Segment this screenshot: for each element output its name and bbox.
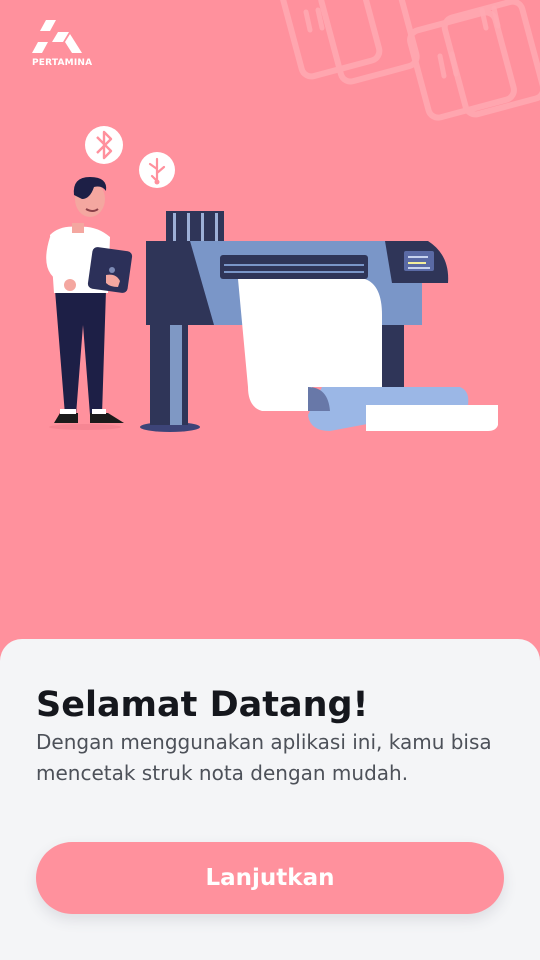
continue-button[interactable]: Lanjutkan (36, 842, 504, 914)
background-receipt-decoration (277, 0, 540, 121)
welcome-title: Selamat Datang! (36, 685, 369, 725)
bluetooth-icon (85, 126, 123, 164)
brand-name: PERTAMINA (32, 58, 93, 68)
pertamina-logo-icon (32, 20, 82, 53)
welcome-description: Dengan menggunakan aplikasi ini, kamu bi… (36, 730, 492, 785)
person-with-tablet (46, 177, 133, 430)
usb-icon (139, 152, 175, 188)
brand-logo: PERTAMINA (30, 20, 94, 70)
large-format-printer (140, 211, 498, 432)
welcome-card: Selamat Datang! Dengan menggunakan aplik… (0, 639, 540, 960)
hero-illustration (46, 126, 498, 432)
welcome-screen: PERTAMINA Selamat Datang! Dengan menggun… (0, 0, 540, 960)
